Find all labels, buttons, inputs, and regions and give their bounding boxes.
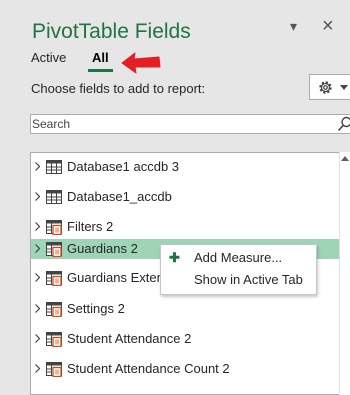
annotation-arrow-icon	[121, 52, 161, 74]
table-linked-icon	[46, 220, 62, 235]
field-row-filters[interactable]: Filters 2	[31, 217, 339, 237]
field-label: Student Attendance 2	[67, 331, 192, 346]
expand-chevron-icon[interactable]	[35, 222, 40, 231]
table-icon	[46, 190, 62, 204]
pane-options-button[interactable]: ▾	[290, 18, 297, 35]
gear-icon	[319, 81, 332, 94]
close-button[interactable]: ×	[322, 16, 334, 36]
field-label: Guardians Extend	[67, 270, 172, 285]
table-linked-icon	[46, 242, 62, 257]
expand-chevron-icon[interactable]	[35, 364, 40, 373]
table-linked-icon	[46, 362, 62, 377]
field-row-database1-accdb-3[interactable]: Database1 accdb 3	[31, 157, 339, 177]
tab-all[interactable]: All	[92, 50, 109, 65]
tools-button[interactable]	[309, 74, 350, 100]
table-linked-icon	[46, 332, 62, 347]
menu-item-label: Add Measure...	[194, 250, 283, 265]
table-icon	[46, 160, 62, 174]
plus-icon: ✚	[169, 250, 180, 265]
expand-chevron-icon[interactable]	[35, 192, 40, 201]
field-label: Student Attendance Count 2	[67, 361, 230, 376]
chevron-down-icon	[340, 85, 348, 90]
expand-chevron-icon[interactable]	[35, 334, 40, 343]
tab-active[interactable]: Active	[31, 50, 66, 65]
field-label: Database1_accdb	[67, 189, 172, 204]
expand-chevron-icon[interactable]	[35, 304, 40, 313]
menu-item-label: Show in Active Tab	[194, 272, 303, 287]
tab-selected-indicator	[88, 69, 113, 72]
field-label: Settings 2	[67, 301, 125, 316]
menu-item-add-measure[interactable]: ✚ Add Measure...	[161, 247, 316, 269]
field-label: Guardians 2	[67, 241, 138, 256]
field-row-student-attendance[interactable]: Student Attendance 2	[31, 329, 339, 349]
field-row-settings[interactable]: Settings 2	[31, 299, 339, 319]
table-linked-icon	[46, 302, 62, 317]
scroll-up-arrow-icon[interactable]	[341, 156, 349, 161]
search-box[interactable]	[30, 114, 350, 134]
field-list-scrollbar[interactable]	[339, 152, 350, 395]
table-linked-icon	[46, 271, 62, 286]
field-row-database1-accdb[interactable]: Database1_accdb	[31, 187, 339, 207]
expand-chevron-icon[interactable]	[35, 162, 40, 171]
context-menu: ✚ Add Measure... Show in Active Tab	[160, 244, 317, 295]
search-icon[interactable]	[337, 116, 350, 132]
field-label: Filters 2	[67, 219, 114, 234]
menu-item-show-in-active-tab[interactable]: Show in Active Tab	[161, 269, 316, 291]
field-row-student-attendance-count[interactable]: Student Attendance Count 2	[31, 359, 339, 379]
expand-chevron-icon[interactable]	[35, 244, 40, 253]
choose-fields-label: Choose fields to add to report:	[31, 81, 206, 96]
expand-chevron-icon[interactable]	[35, 273, 40, 282]
pane-title: PivotTable Fields	[32, 20, 191, 43]
field-label: Database1 accdb 3	[67, 159, 180, 174]
search-input[interactable]	[32, 116, 332, 132]
